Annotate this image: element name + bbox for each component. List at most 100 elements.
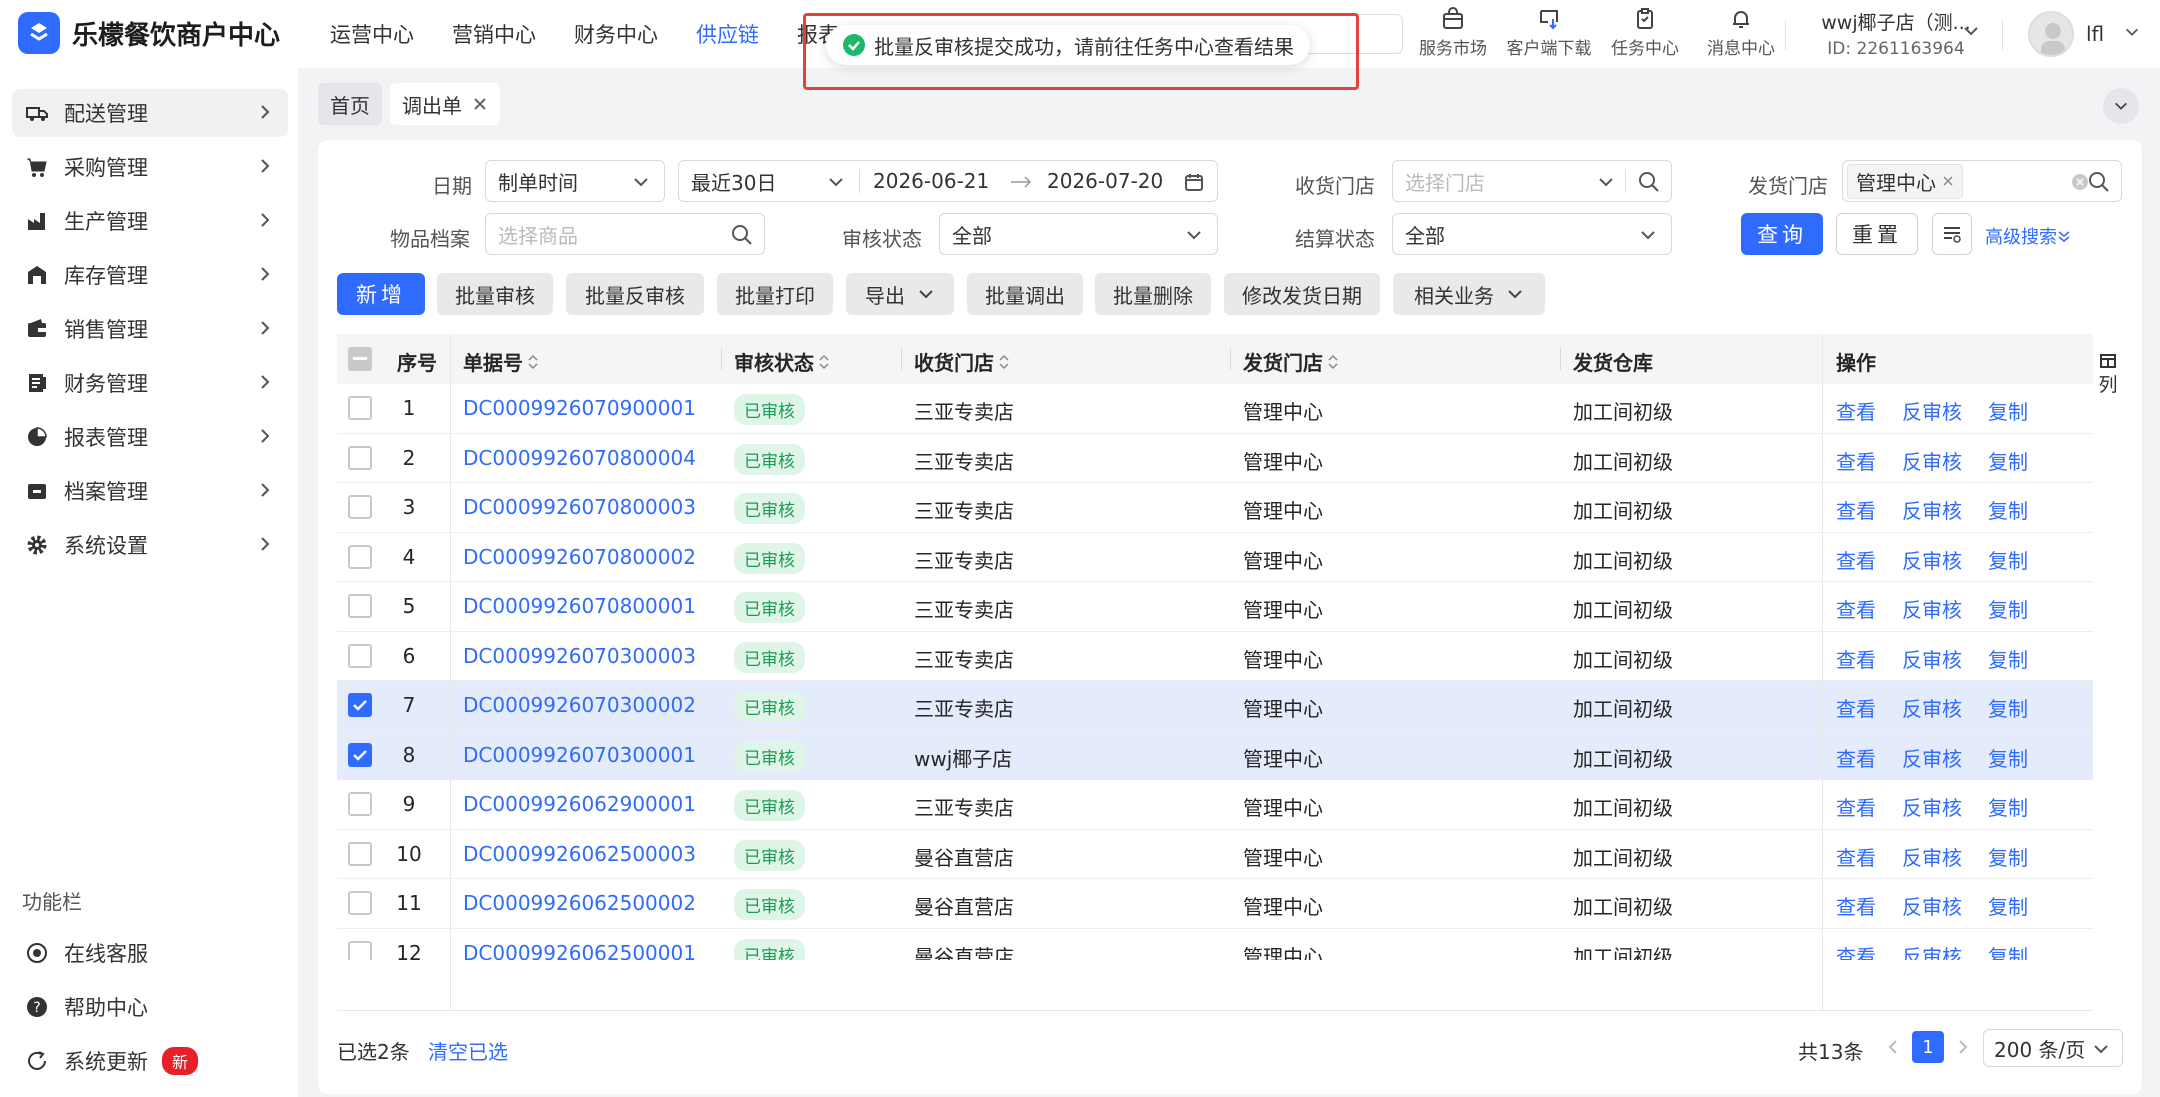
chevron-down-icon[interactable]	[2124, 24, 2140, 40]
copy-link[interactable]: 复制	[1988, 644, 2028, 673]
tool-message-center[interactable]: 消息中心	[1693, 6, 1789, 59]
edit-ship-date-button[interactable]: 修改发货日期	[1224, 273, 1380, 315]
tool-client-download[interactable]: 客户端下载	[1501, 6, 1597, 59]
sidebar-item-production[interactable]: 生产管理	[12, 197, 288, 245]
doc-no-link[interactable]: DC0009926070900001	[463, 396, 696, 420]
copy-link[interactable]: 复制	[1988, 545, 2028, 574]
export-button[interactable]: 导出	[846, 273, 954, 315]
date-range-picker[interactable]: 最近30日 2026-06-21 2026-07-20	[678, 160, 1218, 202]
avatar[interactable]	[2028, 11, 2074, 57]
row-checkbox[interactable]	[348, 396, 372, 420]
unaudit-link[interactable]: 反审核	[1902, 446, 1962, 475]
column-control[interactable]: 列	[2093, 334, 2123, 444]
doc-no-link[interactable]: DC0009926062500002	[463, 891, 696, 915]
search-icon[interactable]	[730, 223, 754, 247]
sidebar-item-settings[interactable]: 系统设置	[12, 521, 288, 569]
doc-no-link[interactable]: DC0009926070300003	[463, 644, 696, 668]
unaudit-link[interactable]: 反审核	[1902, 891, 1962, 920]
unaudit-link[interactable]: 反审核	[1902, 545, 1962, 574]
sidebar-item-report[interactable]: 报表管理	[12, 413, 288, 461]
search-icon[interactable]	[2087, 170, 2111, 194]
unaudit-link[interactable]: 反审核	[1902, 842, 1962, 871]
nav-finance[interactable]: 财务中心	[574, 19, 658, 49]
collapse-button[interactable]	[2103, 88, 2139, 124]
table-row[interactable]: 1 DC0009926070900001 已审核 三亚专卖店 管理中心 加工间初级 查看 反审…	[337, 384, 2093, 434]
col-doc-no[interactable]: 单据号	[463, 347, 539, 376]
batch-out-button[interactable]: 批量调出	[967, 273, 1083, 315]
nav-marketing[interactable]: 营销中心	[452, 19, 536, 49]
prev-page-icon[interactable]	[1886, 1039, 1900, 1055]
batch-unaudit-button[interactable]: 批量反审核	[566, 273, 704, 315]
view-link[interactable]: 查看	[1836, 891, 1876, 920]
table-row[interactable]: 10 DC0009926062500003 已审核 曼谷直营店 管理中心 加工间初级 查看反…	[337, 829, 2093, 879]
table-row[interactable]: 11 DC0009926062500002 已审核 曼谷直营店 管理中心 加工间初级 查看反…	[337, 879, 2093, 929]
nav-operation[interactable]: 运营中心	[330, 19, 414, 49]
table-row[interactable]: 4 DC0009926070800002 已审核 三亚专卖店 管理中心 加工间初级 查看 反审…	[337, 532, 2093, 582]
settle-status-select[interactable]: 全部	[1392, 213, 1672, 255]
doc-no-link[interactable]: DC0009926070800001	[463, 594, 696, 618]
table-row[interactable]: 3 DC0009926070800003 已审核 三亚专卖店 管理中心 加工间初级 查看 反审…	[337, 483, 2093, 533]
page-size-select[interactable]: 200 条/页	[1983, 1029, 2123, 1067]
row-checkbox[interactable]	[348, 445, 372, 470]
view-link[interactable]: 查看	[1836, 545, 1876, 574]
sidebar-item-inventory[interactable]: 库存管理	[12, 251, 288, 299]
sidebar-item-finance[interactable]: 财务管理	[12, 359, 288, 407]
unaudit-link[interactable]: 反审核	[1902, 941, 1962, 961]
row-checkbox[interactable]	[348, 495, 372, 519]
next-page-icon[interactable]	[1956, 1039, 1970, 1055]
copy-link[interactable]: 复制	[1988, 446, 2028, 475]
row-checkbox[interactable]	[348, 544, 372, 569]
unaudit-link[interactable]: 反审核	[1902, 396, 1962, 425]
row-checkbox[interactable]	[348, 693, 372, 717]
unaudit-link[interactable]: 反审核	[1902, 792, 1962, 821]
sidebar-item-update[interactable]: 系统更新 新	[12, 1037, 288, 1085]
doc-no-link[interactable]: DC0009926070300002	[463, 693, 696, 717]
row-checkbox[interactable]	[348, 841, 372, 866]
row-checkbox[interactable]	[348, 891, 372, 915]
unaudit-link[interactable]: 反审核	[1902, 743, 1962, 772]
sidebar-item-online-service[interactable]: 在线客服	[12, 929, 288, 977]
related-business-button[interactable]: 相关业务	[1393, 273, 1545, 315]
view-link[interactable]: 查看	[1836, 644, 1876, 673]
select-all-checkbox[interactable]	[348, 347, 372, 371]
unaudit-link[interactable]: 反审核	[1902, 495, 1962, 524]
copy-link[interactable]: 复制	[1988, 743, 2028, 772]
sidebar-item-help[interactable]: ? 帮助中心	[12, 983, 288, 1031]
doc-no-link[interactable]: DC0009926062500001	[463, 941, 696, 961]
view-link[interactable]: 查看	[1836, 446, 1876, 475]
close-icon[interactable]	[1942, 175, 1954, 187]
chevron-down-icon[interactable]	[1962, 22, 1980, 40]
table-row[interactable]: 12 DC0009926062500001 已审核 曼谷直营店 管理中心 加工间初级 查看 反…	[337, 928, 2093, 961]
copy-link[interactable]: 复制	[1988, 792, 2028, 821]
col-send-store[interactable]: 发货门店	[1243, 347, 1339, 376]
sidebar-item-archive[interactable]: 档案管理	[12, 467, 288, 515]
send-store-select[interactable]: 管理中心	[1842, 160, 2122, 202]
view-link[interactable]: 查看	[1836, 693, 1876, 722]
search-icon[interactable]	[1637, 170, 1661, 194]
tab-home[interactable]: 首页	[318, 83, 382, 125]
batch-audit-button[interactable]: 批量审核	[437, 273, 553, 315]
sidebar-item-purchase[interactable]: 采购管理	[12, 143, 288, 191]
date-range-preset[interactable]: 最近30日	[691, 167, 776, 196]
add-button[interactable]: 新增	[337, 273, 425, 315]
tool-task-center[interactable]: 任务中心	[1597, 6, 1693, 59]
sidebar-item-sales[interactable]: 销售管理	[12, 305, 288, 353]
doc-no-link[interactable]: DC0009926070800003	[463, 495, 696, 519]
view-link[interactable]: 查看	[1836, 842, 1876, 871]
date-start[interactable]: 2026-06-21	[873, 169, 989, 193]
batch-delete-button[interactable]: 批量删除	[1095, 273, 1211, 315]
sidebar-item-delivery[interactable]: 配送管理	[12, 89, 288, 137]
close-icon[interactable]	[472, 96, 488, 112]
user-name[interactable]: lfl	[2086, 22, 2104, 46]
nav-supply-chain[interactable]: 供应链	[696, 19, 759, 49]
row-checkbox[interactable]	[348, 742, 372, 767]
app-logo[interactable]: 乐檬餐饮商户中心	[18, 12, 280, 54]
copy-link[interactable]: 复制	[1988, 495, 2028, 524]
unaudit-link[interactable]: 反审核	[1902, 594, 1962, 623]
row-checkbox[interactable]	[348, 594, 372, 618]
unaudit-link[interactable]: 反审核	[1902, 693, 1962, 722]
table-row[interactable]: 6 DC0009926070300003 已审核 三亚专卖店 管理中心 加工间初级 查看 反审…	[337, 631, 2093, 681]
batch-print-button[interactable]: 批量打印	[717, 273, 833, 315]
copy-link[interactable]: 复制	[1988, 842, 2028, 871]
copy-link[interactable]: 复制	[1988, 594, 2028, 623]
